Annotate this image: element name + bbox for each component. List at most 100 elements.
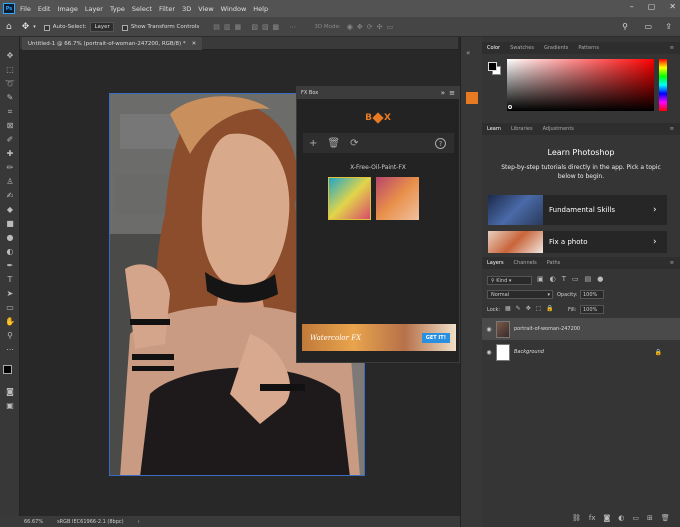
smart-object-filter-icon[interactable]: ▤ (585, 275, 592, 283)
watercolor-fx-banner[interactable]: Watercolor FX GET IT! (302, 324, 456, 351)
tab-channels[interactable]: Channels (514, 260, 537, 266)
tab-swatches[interactable]: Swatches (510, 45, 534, 51)
color-picker-field[interactable] (507, 59, 654, 111)
healing-tool-icon[interactable]: ✚ (4, 149, 16, 159)
tab-color[interactable]: Color (487, 45, 500, 51)
tab-learn[interactable]: Learn (487, 126, 501, 132)
workspace-icon[interactable]: ▭ (644, 22, 652, 31)
zoom-level[interactable]: 66.67% (24, 519, 43, 525)
link-layers-icon[interactable]: ⛓ (572, 514, 581, 522)
quick-mask-icon[interactable]: ◙ (4, 387, 16, 397)
type-filter-icon[interactable]: T (562, 275, 566, 283)
kind-filter-select[interactable]: ⚲ Kind ▾ (487, 276, 532, 285)
chevron-down-icon[interactable]: ▾ (33, 24, 36, 30)
color-picker-handle[interactable] (508, 105, 512, 109)
layer-name[interactable]: portrait-of-woman-247200 (514, 326, 580, 332)
learn-card-fix-a-photo[interactable]: Fix a photo › (488, 231, 667, 253)
visibility-eye-icon[interactable]: ◉ (482, 349, 496, 356)
shape-tool-icon[interactable]: ▭ (4, 303, 16, 313)
shape-filter-icon[interactable]: ▭ (572, 275, 579, 283)
pixel-filter-icon[interactable]: ▣ (537, 275, 544, 283)
menu-select[interactable]: Select (132, 5, 152, 13)
mask-icon[interactable]: ◙ (604, 514, 611, 522)
3d-mode-icons[interactable]: ◉✥⟳✣▭ (347, 23, 397, 31)
hue-slider[interactable] (659, 59, 667, 111)
panel-menu-icon[interactable]: ≡ (670, 260, 674, 266)
layer-name[interactable]: Background (514, 349, 544, 355)
marquee-tool-icon[interactable]: ⬚ (4, 65, 16, 75)
preset-thumbnail-oil-paint[interactable] (328, 177, 371, 220)
chevron-right-icon[interactable]: › (138, 519, 140, 525)
minimize-icon[interactable]: – (630, 2, 634, 11)
pen-tool-icon[interactable]: ✒ (4, 261, 16, 271)
menu-view[interactable]: View (198, 5, 213, 13)
search-icon[interactable]: ⚲ (622, 22, 628, 31)
move-tool-icon[interactable]: ✥ (4, 51, 16, 61)
eraser-tool-icon[interactable]: ◆ (4, 205, 16, 215)
screen-mode-icon[interactable]: ▣ (4, 401, 16, 411)
tab-paths[interactable]: Paths (547, 260, 561, 266)
lasso-tool-icon[interactable]: ➰ (4, 79, 16, 89)
quick-select-tool-icon[interactable]: ✎ (4, 93, 16, 103)
align-icons[interactable]: ▤▥▦ ▧▨▩ ⋯ (213, 23, 300, 31)
menu-file[interactable]: File (20, 5, 31, 13)
panel-menu-icon[interactable]: ≡ (670, 126, 674, 132)
expand-icon[interactable]: « (466, 49, 470, 57)
maximize-icon[interactable]: ▢ (648, 2, 656, 11)
blend-mode-select[interactable]: Normal ▾ (487, 290, 553, 299)
adjustment-layer-icon[interactable]: ◐ (618, 514, 624, 522)
adjustment-filter-icon[interactable]: ◐ (550, 275, 556, 283)
preset-thumbnail-2[interactable] (376, 177, 419, 220)
tab-gradients[interactable]: Gradients (544, 45, 568, 51)
delete-layer-icon[interactable]: 🗑 (661, 514, 670, 522)
hand-tool-icon[interactable]: ✋ (4, 317, 16, 327)
fx-icon[interactable]: fx (589, 514, 596, 522)
visibility-eye-icon[interactable]: ◉ (482, 326, 496, 333)
help-icon[interactable]: ? (435, 137, 446, 149)
move-tool-icon[interactable]: ✥ (22, 22, 30, 32)
close-icon[interactable]: ✕ (192, 41, 197, 47)
fill-input[interactable]: 100% (580, 305, 604, 314)
gradient-tool-icon[interactable]: ■ (4, 219, 16, 229)
menu-image[interactable]: Image (57, 5, 77, 13)
type-tool-icon[interactable]: T (4, 275, 16, 285)
dodge-tool-icon[interactable]: ◐ (4, 247, 16, 257)
panel-menu-icon[interactable]: ≡ (670, 45, 674, 51)
learn-card-fundamental-skills[interactable]: Fundamental Skills › (488, 195, 667, 225)
menu-filter[interactable]: Filter (159, 5, 175, 13)
menu-edit[interactable]: Edit (38, 5, 51, 13)
layer-row-portrait[interactable]: ◉ portrait-of-woman-247200 (482, 318, 680, 340)
add-icon[interactable]: + (309, 138, 317, 149)
more-tools-icon[interactable]: ⋯ (4, 345, 16, 355)
tab-layers[interactable]: Layers (487, 260, 504, 266)
group-icon[interactable]: ▭ (632, 514, 639, 522)
share-icon[interactable]: ⇪ (665, 22, 672, 31)
lock-pixels-icon[interactable]: ▦ (505, 305, 511, 312)
menu-window[interactable]: Window (221, 5, 247, 13)
show-transform-checkbox[interactable] (121, 24, 128, 31)
home-icon[interactable]: ⌂ (6, 22, 12, 32)
eyedropper-tool-icon[interactable]: ✐ (4, 135, 16, 145)
menu-help[interactable]: Help (253, 5, 268, 13)
menu-3d[interactable]: 3D (182, 5, 191, 13)
refresh-icon[interactable]: ⟳ (350, 138, 358, 149)
lock-paint-icon[interactable]: ✎ (516, 305, 521, 312)
path-select-tool-icon[interactable]: ➤ (4, 289, 16, 299)
auto-select-checkbox[interactable] (43, 24, 50, 31)
history-brush-tool-icon[interactable]: ✍ (4, 191, 16, 201)
crop-tool-icon[interactable]: ⌗ (4, 107, 16, 117)
tab-patterns[interactable]: Patterns (578, 45, 599, 51)
frame-tool-icon[interactable]: ⊠ (4, 121, 16, 131)
zoom-tool-icon[interactable]: ⚲ (4, 331, 16, 341)
menu-type[interactable]: Type (110, 5, 125, 13)
tab-libraries[interactable]: Libraries (511, 126, 533, 132)
foreground-swatch[interactable] (488, 62, 497, 71)
opacity-input[interactable]: 100% (580, 290, 604, 299)
collapse-icon[interactable]: » (441, 89, 445, 97)
layer-row-background[interactable]: ◉ Background 🔒 (482, 341, 680, 363)
trash-icon[interactable]: 🗑 (327, 138, 340, 149)
new-layer-icon[interactable]: ⊞ (647, 514, 653, 522)
layer-select[interactable]: Layer (90, 21, 114, 32)
tab-adjustments[interactable]: Adjustments (543, 126, 574, 132)
brush-tool-icon[interactable]: ✏ (4, 163, 16, 173)
